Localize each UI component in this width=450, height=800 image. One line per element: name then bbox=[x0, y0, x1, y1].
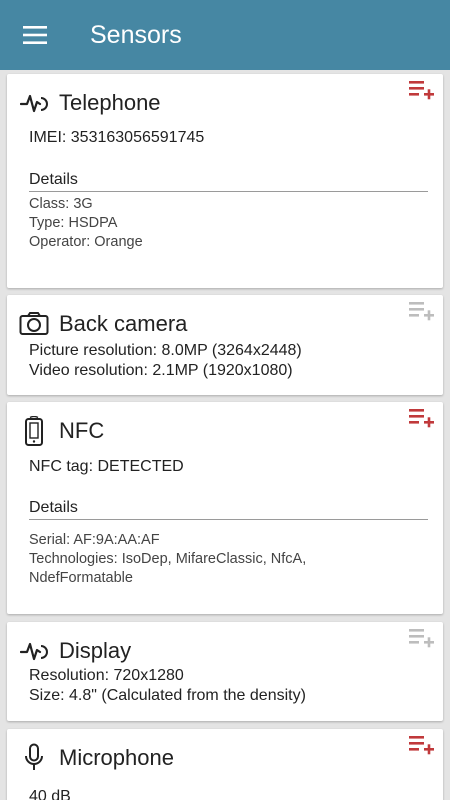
hamburger-menu-icon bbox=[23, 26, 47, 44]
details-label: Details bbox=[29, 171, 78, 188]
card-title: Back camera bbox=[59, 311, 188, 336]
menu-button[interactable] bbox=[0, 0, 70, 70]
add-to-list-button[interactable] bbox=[409, 734, 435, 758]
detail-line: Type: HSDPA bbox=[29, 215, 118, 231]
playlist-add-icon bbox=[409, 302, 434, 321]
nfc-tag-line: NFC tag: DETECTED bbox=[29, 458, 184, 475]
sensor-card-microphone[interactable]: Microphone 40 dB bbox=[7, 729, 443, 800]
app-bar: Sensors bbox=[0, 0, 450, 70]
playlist-add-icon bbox=[409, 409, 434, 428]
playlist-add-icon bbox=[409, 629, 434, 648]
detail-line: Technologies: IsoDep, MifareClassic, Nfc… bbox=[29, 551, 307, 586]
picture-resolution-line: Picture resolution: 8.0MP (3264x2448) bbox=[29, 342, 302, 359]
page-title: Sensors bbox=[90, 20, 182, 49]
add-to-list-button[interactable] bbox=[409, 407, 435, 431]
decibel-line: 40 dB bbox=[29, 788, 71, 800]
details-label: Details bbox=[29, 499, 78, 516]
sensor-card-back-camera[interactable]: Back camera Picture resolution: 8.0MP (3… bbox=[7, 295, 443, 395]
card-title: Telephone bbox=[59, 90, 161, 115]
camera-icon bbox=[19, 309, 49, 339]
pulse-icon bbox=[19, 636, 49, 666]
size-line: Size: 4.8" (Calculated from the density) bbox=[29, 687, 306, 704]
detail-line: Serial: AF:9A:AA:AF bbox=[29, 532, 160, 548]
card-title: Display bbox=[59, 638, 132, 663]
add-to-list-button[interactable] bbox=[409, 300, 435, 324]
card-title: NFC bbox=[59, 418, 105, 443]
resolution-line: Resolution: 720x1280 bbox=[29, 667, 184, 684]
sensor-list[interactable]: Telephone IMEI: 353163056591745 Details … bbox=[0, 70, 450, 800]
divider bbox=[29, 519, 428, 520]
sensor-card-telephone[interactable]: Telephone IMEI: 353163056591745 Details … bbox=[7, 74, 443, 288]
detail-line: Operator: Orange bbox=[29, 234, 143, 250]
sensor-card-display[interactable]: Display Resolution: 720x1280 Size: 4.8" … bbox=[7, 622, 443, 721]
pulse-icon bbox=[19, 88, 49, 118]
add-to-list-button[interactable] bbox=[409, 627, 435, 651]
add-to-list-button[interactable] bbox=[409, 79, 435, 103]
microphone-icon bbox=[19, 743, 49, 773]
playlist-add-icon bbox=[409, 81, 434, 100]
nfc-phone-icon bbox=[19, 416, 49, 446]
sensor-card-nfc[interactable]: NFC NFC tag: DETECTED Details Serial: AF… bbox=[7, 402, 443, 614]
video-resolution-line: Video resolution: 2.1MP (1920x1080) bbox=[29, 362, 293, 379]
divider bbox=[29, 191, 428, 192]
detail-line: Class: 3G bbox=[29, 196, 93, 212]
card-title: Microphone bbox=[59, 745, 174, 770]
playlist-add-icon bbox=[409, 736, 434, 755]
imei-line: IMEI: 353163056591745 bbox=[29, 129, 205, 146]
